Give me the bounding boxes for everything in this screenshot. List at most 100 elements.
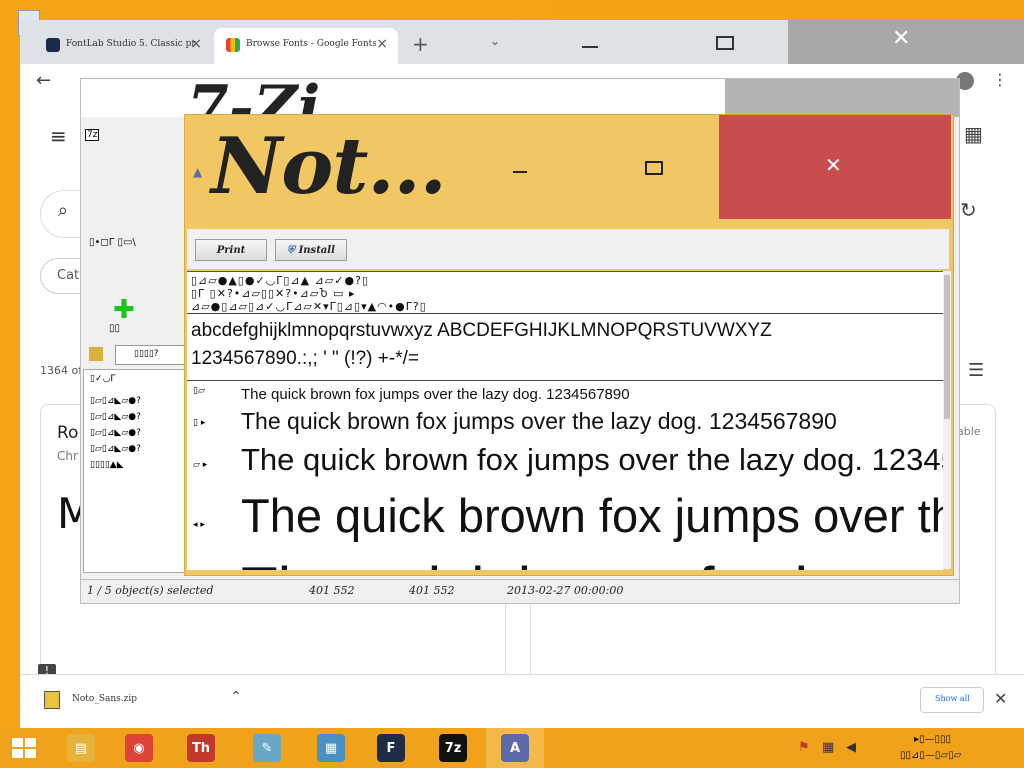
path-bar[interactable]: ▯▯▯▯? bbox=[115, 345, 187, 365]
close-icon: ✕ bbox=[825, 153, 842, 177]
alphabet-sample: abcdefghijklmnopqrstuvwxyz ABCDEFGHIJKLM… bbox=[191, 320, 772, 341]
status-size: 401 552 bbox=[309, 584, 355, 597]
up-folder-icon[interactable] bbox=[89, 347, 103, 361]
tab-fontlab[interactable]: FontLab Studio 5. Classic pro fo × bbox=[34, 28, 212, 64]
7zip-icon: 7z bbox=[439, 734, 467, 762]
font-viewer-window: ▲ Not... ✕ Print ⛨ Install ▯⊿▱●▲▯●✓◡Γ▯⊿▲… bbox=[184, 114, 954, 576]
chevron-down-icon[interactable]: ⌄ bbox=[490, 34, 500, 48]
tray-volume-icon[interactable]: ◀ bbox=[846, 740, 856, 755]
results-count: 1364 of bbox=[40, 364, 83, 377]
7zip-app-icon: 7z bbox=[85, 129, 100, 141]
taskbar-button[interactable]: Th bbox=[172, 728, 230, 768]
minimize-icon[interactable] bbox=[513, 171, 527, 173]
show-all-label: Show all bbox=[935, 694, 970, 703]
start-button[interactable] bbox=[0, 728, 48, 768]
tray-network-icon[interactable]: ▦ bbox=[822, 740, 834, 755]
7zip-menu-glyphs[interactable]: ▯•◻Γ ▯▭\ bbox=[89, 237, 136, 248]
glyph-line: ▯⊿▱●▲▯●✓◡Γ▯⊿▲ ⊿▱✓●?▯ bbox=[191, 274, 369, 287]
fontlab-favicon-icon bbox=[46, 38, 60, 52]
new-tab-button[interactable]: + bbox=[412, 32, 429, 56]
maximize-icon[interactable] bbox=[716, 36, 734, 50]
close-icon: ✕ bbox=[892, 26, 911, 51]
download-filename[interactable]: Noto_Sans.zip bbox=[72, 694, 137, 704]
chevron-up-icon[interactable]: ⌃ bbox=[230, 689, 242, 705]
size-marker: ▱ ▸ bbox=[193, 460, 208, 470]
font-preview: ▯⊿▱●▲▯●✓◡Γ▯⊿▲ ⊿▱✓●?▯ ▯Γ ▯✕?•⊿▱▯▯✕?•⊿▱Ⴆ ▭… bbox=[187, 271, 943, 570]
scrollbar-thumb[interactable] bbox=[944, 275, 950, 419]
list-view-icon[interactable]: ☰ bbox=[968, 360, 984, 381]
close-icon[interactable]: ✕ bbox=[994, 689, 1007, 708]
windows-logo-icon bbox=[12, 738, 36, 758]
taskbar-button[interactable]: ✎ bbox=[238, 728, 296, 768]
taskbar-button[interactable]: ◉ bbox=[110, 728, 168, 768]
close-icon[interactable]: × bbox=[376, 36, 388, 52]
control-panel-icon: ▦ bbox=[317, 734, 345, 762]
print-button[interactable]: Print bbox=[195, 239, 267, 261]
divider bbox=[187, 313, 943, 314]
file-list: ▯✓◡Γ ▯▱▯⊿◣▱●? ▯▱▯⊿◣▱●? ▯▱▯⊿◣▱●? ▯▱▯⊿◣▱●?… bbox=[83, 369, 189, 573]
tab-google-fonts[interactable]: Browse Fonts - Google Fonts × bbox=[214, 28, 398, 64]
list-item[interactable]: ▯▱▯⊿◣▱●? bbox=[90, 444, 141, 454]
fontlab-th-icon: Th bbox=[187, 734, 215, 762]
list-item[interactable]: ▯▯▯▯▲◣ bbox=[90, 460, 124, 470]
tray-clock-time[interactable]: ▸▯—▯▯▯ bbox=[914, 734, 951, 745]
download-bar: Noto_Sans.zip ⌃ Show all ✕ bbox=[20, 674, 1024, 729]
taskbar-button[interactable]: F bbox=[362, 728, 420, 768]
card-side-text: able bbox=[957, 425, 981, 438]
numbers-sample: 1234567890.:,; ' " (!?) +-*/= bbox=[191, 348, 419, 369]
tab-label: Browse Fonts - Google Fonts bbox=[246, 39, 376, 49]
list-item[interactable]: ▯▱▯⊿◣▱●? bbox=[90, 396, 141, 406]
tray-flag-icon[interactable]: ⚑ bbox=[798, 740, 810, 755]
size-marker: ▯▱ bbox=[193, 386, 205, 396]
7zip-titlebar: 7z 7-Zi bbox=[81, 73, 959, 143]
taskbar-button[interactable]: 7z bbox=[424, 728, 482, 768]
refresh-icon[interactable]: ↻ bbox=[960, 198, 977, 222]
taskbar-button[interactable]: ▦ bbox=[302, 728, 360, 768]
glyph-line: ▯Γ ▯✕?•⊿▱▯▯✕?•⊿▱Ⴆ ▭ ▸ bbox=[191, 287, 356, 300]
minimize-icon[interactable] bbox=[582, 46, 598, 48]
list-item[interactable]: ▯▱▯⊿◣▱●? bbox=[90, 412, 141, 422]
list-item[interactable]: ▯▱▯⊿◣▱●? bbox=[90, 428, 141, 438]
font-viewer-title: Not... bbox=[211, 121, 447, 212]
scrollbar[interactable] bbox=[943, 271, 951, 569]
pangram-12: The quick brown fox jumps over the lazy … bbox=[241, 386, 630, 403]
status-selected: 1 / 5 object(s) selected bbox=[87, 584, 214, 597]
category-chip-label: Cat bbox=[57, 268, 80, 283]
install-button[interactable]: ⛨ Install bbox=[275, 239, 347, 261]
show-all-button[interactable]: Show all bbox=[920, 687, 984, 713]
pangram-36: The quick brown fox jumps over the lazy … bbox=[241, 489, 943, 542]
glyph-line: ⊿▱●▯⊿▱▯⊿✓◡Γ⊿▱✕▾Γ▯⊿▯▾▲◠•●Γ?▯ bbox=[191, 300, 427, 313]
back-arrow-icon[interactable]: ← bbox=[36, 70, 51, 91]
size-marker: ▯ ▸ bbox=[193, 418, 206, 428]
size-marker: ◂ ▸ bbox=[193, 520, 205, 530]
close-icon[interactable]: × bbox=[190, 36, 202, 52]
pangram-48: The quick brown fox jumps over the lazy … bbox=[241, 554, 943, 570]
hamburger-menu-icon[interactable]: ≡ bbox=[50, 124, 67, 148]
zip-file-icon bbox=[44, 691, 60, 709]
chrome-icon: ◉ bbox=[125, 734, 153, 762]
taskbar-button[interactable]: A bbox=[486, 728, 544, 768]
add-icon[interactable]: ✚ bbox=[113, 295, 135, 325]
install-label: Install bbox=[298, 244, 335, 256]
google-fonts-favicon-icon bbox=[226, 38, 240, 52]
close-window-button[interactable]: ✕ bbox=[788, 20, 1024, 64]
print-label: Print bbox=[216, 244, 246, 256]
status-date: 2013-02-27 00:00:00 bbox=[507, 584, 624, 597]
tab-label: FontLab Studio 5. Classic pro fo bbox=[66, 39, 196, 49]
file-explorer-icon: ▤ bbox=[67, 734, 95, 762]
taskbar-button[interactable]: ▤ bbox=[52, 728, 110, 768]
pangram-24: The quick brown fox jumps over the lazy … bbox=[241, 442, 943, 477]
font-viewer-titlebar: ▲ Not... ✕ bbox=[185, 115, 953, 219]
shield-icon: ⛨ bbox=[287, 244, 295, 256]
font-viewer-app-icon: ▲ bbox=[193, 165, 203, 179]
menu-dots-icon[interactable]: ⋮ bbox=[992, 70, 1008, 89]
card-subtitle: Chr bbox=[57, 449, 78, 463]
add-collection-icon[interactable]: ▦ bbox=[964, 122, 983, 146]
tray-clock-date[interactable]: ▯▯⊿▯—▯▱▯▱ bbox=[900, 750, 961, 761]
list-header[interactable]: ▯✓◡Γ bbox=[90, 374, 115, 384]
close-window-button[interactable] bbox=[725, 79, 959, 117]
close-window-button[interactable]: ✕ bbox=[719, 115, 951, 219]
fontlab-f-icon: F bbox=[377, 734, 405, 762]
maximize-icon[interactable] bbox=[645, 161, 663, 175]
path-text: ▯▯▯▯? bbox=[134, 349, 159, 359]
